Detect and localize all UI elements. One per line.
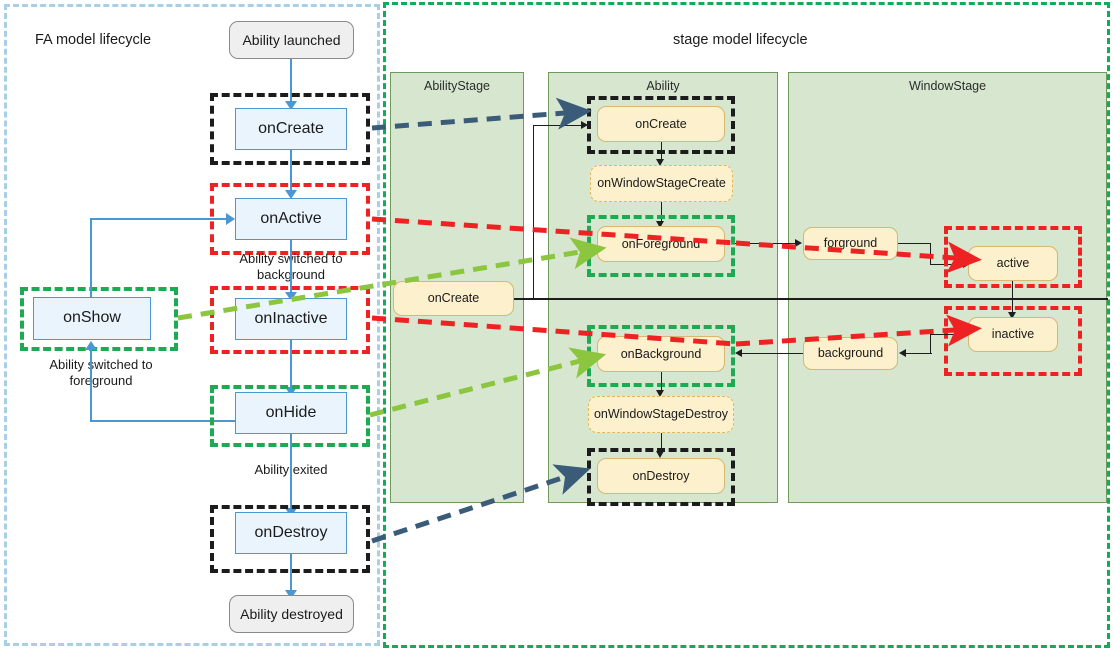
arrowhead-inactive-to-background bbox=[899, 349, 906, 357]
arrowhead-onforeground-to-forground bbox=[795, 239, 802, 247]
edge-onforeground-to-forground bbox=[735, 243, 798, 245]
diagram-canvas: FA model lifecycle stage model lifecycle… bbox=[0, 0, 1114, 650]
label-switched-to-foreground: Ability switched to foreground bbox=[27, 357, 175, 388]
node-onwindowstagedestroy[interactable]: onWindowStageDestroy bbox=[588, 396, 734, 433]
node-inactive[interactable]: inactive bbox=[968, 317, 1058, 352]
edge-onshow-to-onactive-vertical bbox=[90, 218, 92, 298]
arrowhead-onhide-to-onshow bbox=[85, 341, 97, 350]
node-fa-onactive[interactable]: onActive bbox=[235, 198, 347, 240]
label-switched-to-foreground-line2: foreground bbox=[69, 372, 133, 388]
node-onbackground[interactable]: onBackground bbox=[597, 336, 725, 372]
edge-inactive-to-background-h2 bbox=[906, 353, 932, 355]
edge-abilitystage-to-ability-h1 bbox=[514, 298, 533, 300]
node-ability-destroyed[interactable]: Ability destroyed bbox=[229, 595, 354, 633]
arrowhead-onshow-to-onactive bbox=[226, 213, 235, 225]
edge-abilitystage-to-ability-v bbox=[533, 125, 535, 299]
node-ability-launched[interactable]: Ability launched bbox=[229, 21, 354, 59]
edge-onhide-to-ondestroy bbox=[290, 434, 292, 511]
node-stage-ondestroy[interactable]: onDestroy bbox=[597, 458, 725, 494]
node-stage-oncreate[interactable]: onCreate bbox=[597, 106, 725, 142]
node-fa-ondestroy[interactable]: onDestroy bbox=[235, 512, 347, 554]
edge-onshow-to-onactive-horizontal bbox=[90, 218, 228, 220]
lane-windowstage-label: WindowStage bbox=[908, 79, 987, 93]
node-fa-onhide[interactable]: onHide bbox=[235, 392, 347, 434]
edge-forground-to-active-h1 bbox=[898, 243, 931, 245]
node-onwindowstagecreate[interactable]: onWindowStageCreate bbox=[590, 165, 733, 202]
edge-oninactive-to-onhide bbox=[290, 340, 292, 390]
edge-forground-to-active-v bbox=[930, 243, 932, 265]
fa-model-title: FA model lifecycle bbox=[35, 32, 152, 48]
node-abilitystage-oncreate[interactable]: onCreate bbox=[393, 281, 514, 316]
node-background[interactable]: background bbox=[803, 337, 898, 370]
edge-background-to-onbackground bbox=[741, 353, 803, 355]
edge-ondestroy-to-destroyed bbox=[290, 554, 292, 594]
edge-abilitystage-to-ability-h2 bbox=[533, 125, 583, 127]
lane-abilitystage-label: AbilityStage bbox=[423, 79, 490, 93]
node-forground[interactable]: forground bbox=[803, 227, 898, 260]
node-fa-onshow[interactable]: onShow bbox=[33, 297, 151, 340]
label-switched-to-foreground-line1: Ability switched to bbox=[49, 357, 153, 372]
lane-ability-label: Ability bbox=[646, 79, 680, 93]
node-fa-oninactive[interactable]: onInactive bbox=[235, 298, 347, 340]
arrowhead-background-to-onbackground bbox=[735, 349, 742, 357]
stage-model-title: stage model lifecycle bbox=[673, 32, 808, 48]
edge-inactive-to-background-v bbox=[930, 334, 932, 354]
foreground-background-divider bbox=[508, 298, 1108, 300]
node-active[interactable]: active bbox=[968, 246, 1058, 281]
edge-onhide-to-onshow-vertical bbox=[90, 349, 92, 421]
node-onforeground[interactable]: onForeground bbox=[597, 226, 725, 262]
edge-inactive-to-background-h1 bbox=[930, 334, 968, 336]
node-fa-oncreate[interactable]: onCreate bbox=[235, 108, 347, 150]
